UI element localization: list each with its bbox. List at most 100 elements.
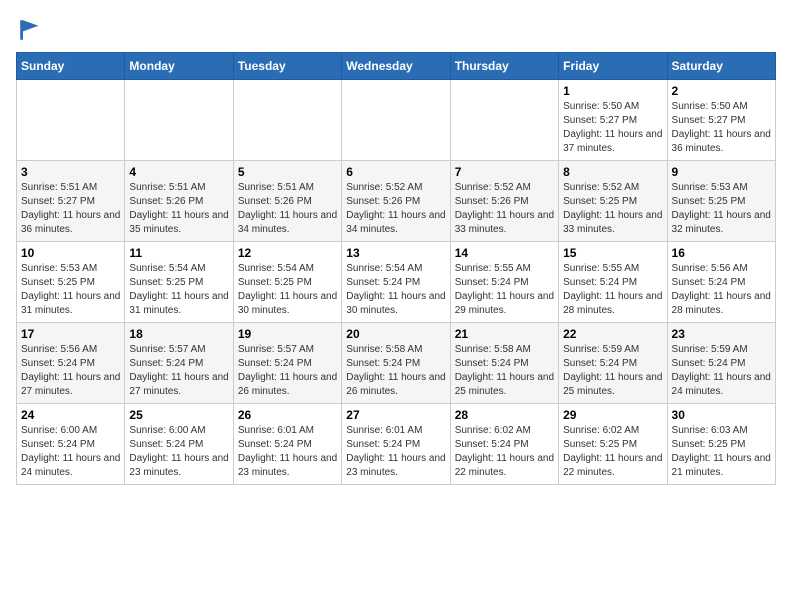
day-number: 10 <box>21 246 120 260</box>
day-number: 13 <box>346 246 445 260</box>
calendar-week-row: 3 Sunrise: 5:51 AMSunset: 5:27 PMDaylight… <box>17 161 776 242</box>
calendar-cell: 18 Sunrise: 5:57 AMSunset: 5:24 PMDayligh… <box>125 323 233 404</box>
calendar-cell: 6 Sunrise: 5:52 AMSunset: 5:26 PMDaylight… <box>342 161 450 242</box>
day-info: Sunrise: 5:54 AMSunset: 5:25 PMDaylight:… <box>238 262 337 318</box>
day-number: 27 <box>346 408 445 422</box>
day-number: 21 <box>455 327 554 341</box>
day-info: Sunrise: 6:00 AMSunset: 5:24 PMDaylight:… <box>21 424 120 480</box>
calendar-cell: 10 Sunrise: 5:53 AMSunset: 5:25 PMDayligh… <box>17 242 125 323</box>
logo-icon <box>16 16 44 44</box>
day-number: 12 <box>238 246 337 260</box>
day-number: 30 <box>672 408 771 422</box>
day-info: Sunrise: 5:55 AMSunset: 5:24 PMDaylight:… <box>563 262 662 318</box>
day-number: 4 <box>129 165 228 179</box>
calendar-week-row: 24 Sunrise: 6:00 AMSunset: 5:24 PMDayligh… <box>17 404 776 485</box>
calendar-header-row: SundayMondayTuesdayWednesdayThursdayFrid… <box>17 53 776 80</box>
calendar-cell: 9 Sunrise: 5:53 AMSunset: 5:25 PMDaylight… <box>667 161 775 242</box>
day-info: Sunrise: 5:57 AMSunset: 5:24 PMDaylight:… <box>129 343 228 399</box>
day-info: Sunrise: 6:02 AMSunset: 5:25 PMDaylight:… <box>563 424 662 480</box>
page-header <box>16 16 776 44</box>
calendar-cell <box>17 80 125 161</box>
calendar-cell: 28 Sunrise: 6:02 AMSunset: 5:24 PMDayligh… <box>450 404 558 485</box>
calendar-cell: 29 Sunrise: 6:02 AMSunset: 5:25 PMDayligh… <box>559 404 667 485</box>
day-info: Sunrise: 5:55 AMSunset: 5:24 PMDaylight:… <box>455 262 554 318</box>
day-info: Sunrise: 5:51 AMSunset: 5:26 PMDaylight:… <box>238 181 337 237</box>
day-of-week-header: Monday <box>125 53 233 80</box>
day-number: 25 <box>129 408 228 422</box>
day-number: 7 <box>455 165 554 179</box>
calendar-table: SundayMondayTuesdayWednesdayThursdayFrid… <box>16 52 776 485</box>
day-info: Sunrise: 5:56 AMSunset: 5:24 PMDaylight:… <box>672 262 771 318</box>
calendar-cell: 11 Sunrise: 5:54 AMSunset: 5:25 PMDayligh… <box>125 242 233 323</box>
calendar-cell: 8 Sunrise: 5:52 AMSunset: 5:25 PMDaylight… <box>559 161 667 242</box>
calendar-week-row: 1 Sunrise: 5:50 AMSunset: 5:27 PMDaylight… <box>17 80 776 161</box>
day-info: Sunrise: 5:52 AMSunset: 5:25 PMDaylight:… <box>563 181 662 237</box>
day-info: Sunrise: 5:52 AMSunset: 5:26 PMDaylight:… <box>346 181 445 237</box>
calendar-cell: 25Sunrise: 6:00 AMSunset: 5:24 PMDayligh… <box>125 404 233 485</box>
calendar-cell: 30 Sunrise: 6:03 AMSunset: 5:25 PMDayligh… <box>667 404 775 485</box>
calendar-cell: 19 Sunrise: 5:57 AMSunset: 5:24 PMDayligh… <box>233 323 341 404</box>
calendar-week-row: 17Sunrise: 5:56 AMSunset: 5:24 PMDayligh… <box>17 323 776 404</box>
day-number: 14 <box>455 246 554 260</box>
day-number: 9 <box>672 165 771 179</box>
day-number: 15 <box>563 246 662 260</box>
day-info: Sunrise: 5:51 AMSunset: 5:27 PMDaylight:… <box>21 181 120 237</box>
day-number: 29 <box>563 408 662 422</box>
day-info: Sunrise: 5:57 AMSunset: 5:24 PMDaylight:… <box>238 343 337 399</box>
day-number: 23 <box>672 327 771 341</box>
calendar-cell: 15 Sunrise: 5:55 AMSunset: 5:24 PMDayligh… <box>559 242 667 323</box>
calendar-cell: 13 Sunrise: 5:54 AMSunset: 5:24 PMDayligh… <box>342 242 450 323</box>
calendar-cell: 1 Sunrise: 5:50 AMSunset: 5:27 PMDaylight… <box>559 80 667 161</box>
calendar-cell: 14 Sunrise: 5:55 AMSunset: 5:24 PMDayligh… <box>450 242 558 323</box>
day-number: 26 <box>238 408 337 422</box>
calendar-cell: 4 Sunrise: 5:51 AMSunset: 5:26 PMDaylight… <box>125 161 233 242</box>
day-number: 17 <box>21 327 120 341</box>
day-number: 19 <box>238 327 337 341</box>
calendar-cell: 26 Sunrise: 6:01 AMSunset: 5:24 PMDayligh… <box>233 404 341 485</box>
day-info: Sunrise: 6:03 AMSunset: 5:25 PMDaylight:… <box>672 424 771 480</box>
day-number: 1 <box>563 84 662 98</box>
calendar-cell: 27Sunrise: 6:01 AMSunset: 5:24 PMDayligh… <box>342 404 450 485</box>
day-number: 20 <box>346 327 445 341</box>
logo <box>16 16 48 44</box>
day-info: Sunrise: 5:50 AMSunset: 5:27 PMDaylight:… <box>672 100 771 156</box>
calendar-cell <box>342 80 450 161</box>
day-info: Sunrise: 5:53 AMSunset: 5:25 PMDaylight:… <box>672 181 771 237</box>
day-number: 6 <box>346 165 445 179</box>
day-info: Sunrise: 5:53 AMSunset: 5:25 PMDaylight:… <box>21 262 120 318</box>
calendar-cell: 2Sunrise: 5:50 AMSunset: 5:27 PMDaylight… <box>667 80 775 161</box>
calendar-cell <box>450 80 558 161</box>
day-number: 28 <box>455 408 554 422</box>
day-number: 22 <box>563 327 662 341</box>
day-of-week-header: Sunday <box>17 53 125 80</box>
calendar-cell: 3 Sunrise: 5:51 AMSunset: 5:27 PMDaylight… <box>17 161 125 242</box>
day-info: Sunrise: 5:58 AMSunset: 5:24 PMDaylight:… <box>346 343 445 399</box>
day-info: Sunrise: 5:50 AMSunset: 5:27 PMDaylight:… <box>563 100 662 156</box>
day-info: Sunrise: 6:01 AMSunset: 5:24 PMDaylight:… <box>238 424 337 480</box>
day-info: Sunrise: 5:52 AMSunset: 5:26 PMDaylight:… <box>455 181 554 237</box>
day-number: 8 <box>563 165 662 179</box>
day-info: Sunrise: 5:59 AMSunset: 5:24 PMDaylight:… <box>563 343 662 399</box>
calendar-cell: 23 Sunrise: 5:59 AMSunset: 5:24 PMDayligh… <box>667 323 775 404</box>
day-number: 11 <box>129 246 228 260</box>
calendar-week-row: 10 Sunrise: 5:53 AMSunset: 5:25 PMDayligh… <box>17 242 776 323</box>
calendar-cell: 17Sunrise: 5:56 AMSunset: 5:24 PMDayligh… <box>17 323 125 404</box>
day-info: Sunrise: 5:51 AMSunset: 5:26 PMDaylight:… <box>129 181 228 237</box>
calendar-cell: 21 Sunrise: 5:58 AMSunset: 5:24 PMDayligh… <box>450 323 558 404</box>
calendar-cell <box>233 80 341 161</box>
day-number: 24 <box>21 408 120 422</box>
day-info: Sunrise: 5:54 AMSunset: 5:25 PMDaylight:… <box>129 262 228 318</box>
calendar-cell: 16Sunrise: 5:56 AMSunset: 5:24 PMDayligh… <box>667 242 775 323</box>
calendar-cell: 20 Sunrise: 5:58 AMSunset: 5:24 PMDayligh… <box>342 323 450 404</box>
day-number: 3 <box>21 165 120 179</box>
day-of-week-header: Saturday <box>667 53 775 80</box>
day-of-week-header: Wednesday <box>342 53 450 80</box>
day-info: Sunrise: 5:59 AMSunset: 5:24 PMDaylight:… <box>672 343 771 399</box>
day-info: Sunrise: 5:54 AMSunset: 5:24 PMDaylight:… <box>346 262 445 318</box>
day-of-week-header: Tuesday <box>233 53 341 80</box>
day-info: Sunrise: 5:58 AMSunset: 5:24 PMDaylight:… <box>455 343 554 399</box>
day-info: Sunrise: 6:02 AMSunset: 5:24 PMDaylight:… <box>455 424 554 480</box>
day-number: 18 <box>129 327 228 341</box>
calendar-cell: 5Sunrise: 5:51 AMSunset: 5:26 PMDaylight… <box>233 161 341 242</box>
day-of-week-header: Friday <box>559 53 667 80</box>
